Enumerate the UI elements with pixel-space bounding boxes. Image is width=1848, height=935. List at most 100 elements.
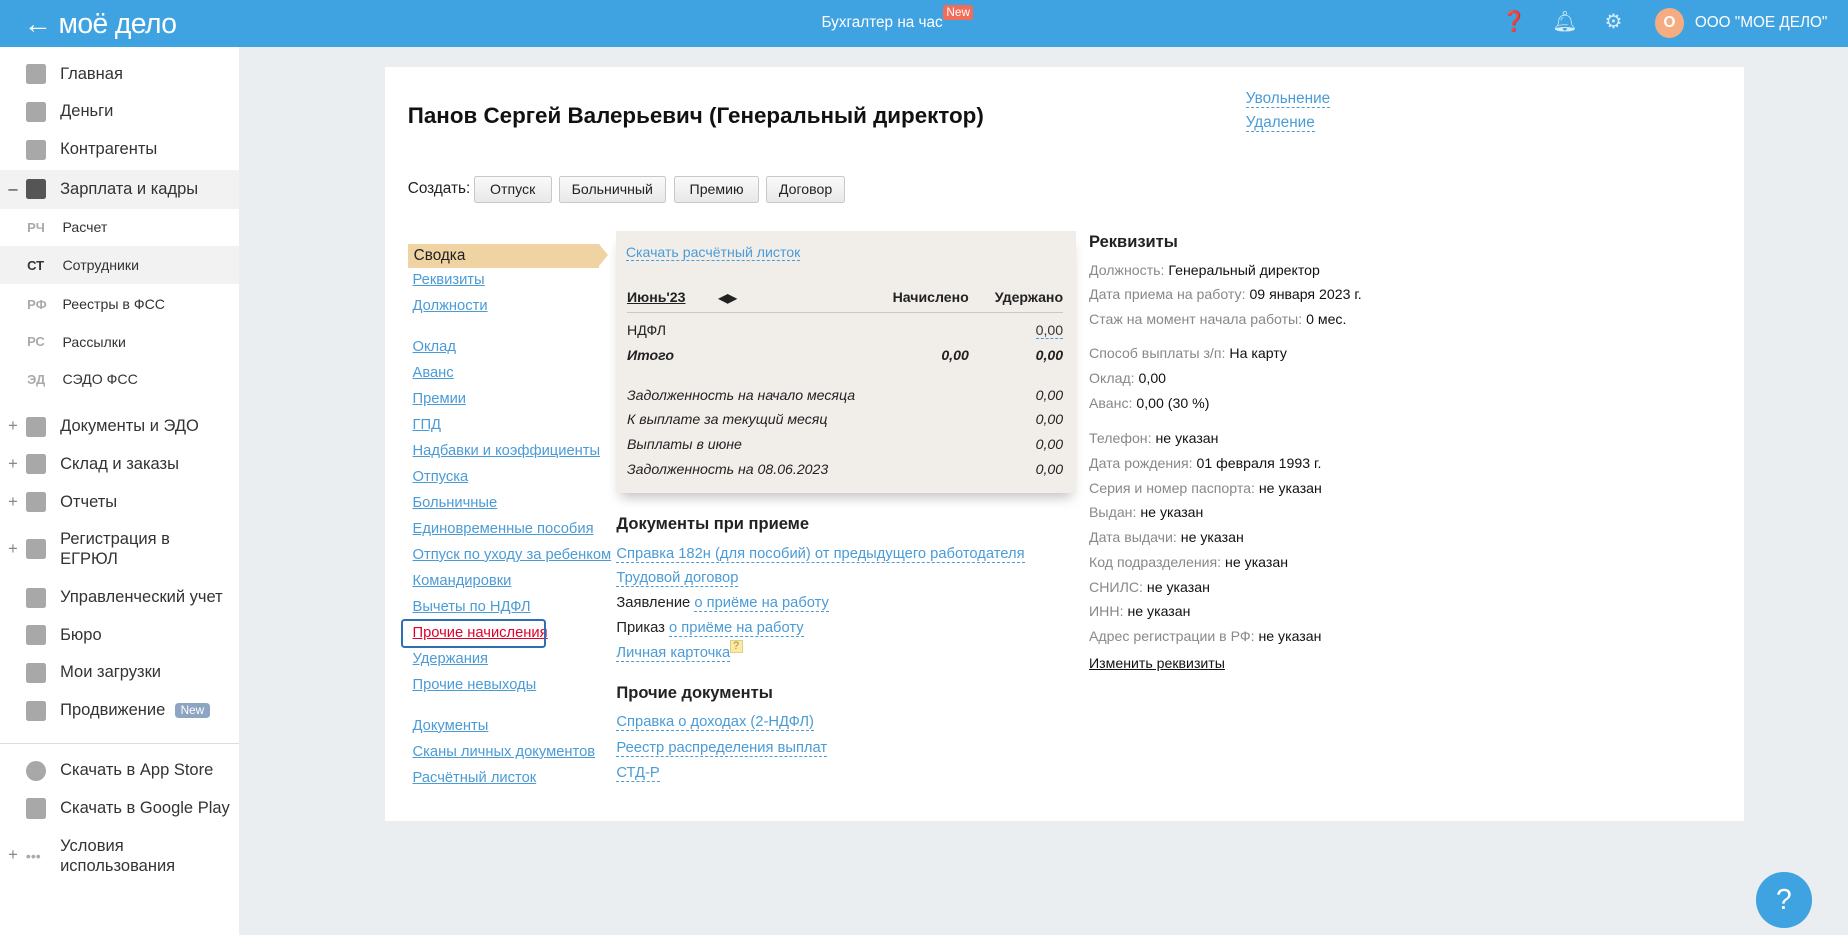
payslip-panel: Скачать расчётный листок Июнь'23 ◀▶ Начис…: [616, 231, 1077, 493]
sidebar-sub-calc[interactable]: РЧ Расчет: [0, 209, 239, 247]
requisite-row: Телефон: не указан: [1089, 430, 1218, 446]
requisite-key: Дата рождения:: [1089, 454, 1193, 471]
nav-link[interactable]: Сканы личных документов: [413, 744, 596, 760]
back-arrow-icon[interactable]: ←: [24, 7, 59, 39]
requisite-value: не указан: [1225, 553, 1289, 570]
sidebar-item-management[interactable]: Управленческий учет: [0, 579, 239, 617]
expand-icon[interactable]: +: [0, 417, 26, 436]
nav-link[interactable]: Удержания: [413, 651, 489, 667]
next-month-icon[interactable]: ▶: [728, 292, 737, 305]
requisite-key: Способ выплаты з/п:: [1089, 345, 1226, 362]
nav-link[interactable]: Документы: [413, 718, 489, 734]
question-icon[interactable]: ?: [729, 639, 743, 653]
nav-link[interactable]: Должности: [413, 298, 488, 314]
download-payslip-link[interactable]: Скачать расчётный листок: [625, 243, 801, 261]
create-vacation-button[interactable]: Отпуск: [473, 175, 552, 203]
tab-summary[interactable]: Сводка: [407, 243, 609, 268]
personal-card-link[interactable]: Личная карточка: [616, 644, 731, 662]
sidebar-item-money[interactable]: Деньги: [0, 93, 239, 131]
sidebar-item-home[interactable]: Главная: [0, 55, 239, 93]
requisite-row: Дата приема на работу: 09 января 2023 г.: [1089, 286, 1362, 302]
requisite-value: 0,00: [1138, 370, 1167, 387]
avatar[interactable]: О: [1654, 8, 1685, 38]
sidebar-item-terms[interactable]: + ••• Условия использования: [0, 832, 239, 879]
sidebar-item-documents[interactable]: + Документы и ЭДО: [0, 408, 239, 446]
create-bonus-button[interactable]: Премию: [674, 175, 759, 203]
sidebar-sub-fss-registers[interactable]: РФ Реестры в ФСС: [0, 285, 239, 323]
create-contract-button[interactable]: Договор: [766, 175, 846, 203]
requisite-row: Аванс: 0,00 (30 %): [1089, 395, 1209, 411]
nav-link[interactable]: Оклад: [413, 339, 456, 355]
label: Контрагенты: [60, 140, 158, 159]
gear-icon[interactable]: ⚙: [1602, 11, 1626, 35]
sidebar-sub-sedo[interactable]: ЭД СЭДО ФСС: [0, 361, 239, 399]
help-icon[interactable]: ❓: [1502, 11, 1527, 35]
sidebar-item-bureau[interactable]: Бюро: [0, 616, 239, 654]
ndfl-value[interactable]: 0,00: [1035, 321, 1064, 339]
prev-month-icon[interactable]: ◀: [719, 292, 728, 305]
apple-icon: [25, 760, 46, 781]
nav-link[interactable]: Прочие невыходы: [413, 677, 537, 693]
sidebar-item-contractors[interactable]: Контрагенты: [0, 131, 239, 169]
sidebar-sub-mailings[interactable]: РС Рассылки: [0, 323, 239, 361]
nav-link[interactable]: Реквизиты: [413, 272, 485, 288]
payslip-row: Задолженность на начало месяца 0,00: [627, 387, 1063, 403]
collapse-icon[interactable]: –: [0, 180, 26, 199]
org-name[interactable]: ООО "МОЕ ДЕЛО": [1695, 14, 1828, 32]
create-sick-leave-button[interactable]: Больничный: [558, 175, 666, 203]
edit-requisites-link[interactable]: Изменить реквизиты: [1089, 655, 1225, 671]
nav-link[interactable]: Премии: [413, 391, 467, 407]
order-link[interactable]: о приёме на работу: [669, 619, 804, 637]
application-link[interactable]: о приёме на работу: [694, 595, 829, 613]
help-button[interactable]: ?: [1756, 872, 1812, 928]
logo[interactable]: ← моё дело: [24, 7, 177, 40]
expand-icon[interactable]: +: [0, 455, 26, 474]
label: Условия использования: [60, 836, 176, 875]
home-icon: [25, 64, 46, 85]
requisite-value: не указан: [1127, 603, 1191, 620]
expand-icon[interactable]: +: [0, 846, 26, 865]
nav-link[interactable]: Вычеты по НДФЛ: [413, 599, 531, 615]
row-label: Выплаты в июне: [627, 436, 742, 453]
sidebar-item-google-play[interactable]: Скачать в Google Play: [0, 790, 239, 828]
sidebar-item-warehouse[interactable]: + Склад и заказы: [0, 446, 239, 484]
nav-link[interactable]: Единовременные пособия: [413, 521, 594, 537]
nav-link[interactable]: Больничные: [413, 495, 498, 511]
nav-link[interactable]: Аванс: [413, 365, 454, 381]
requisite-key: Должность:: [1089, 261, 1165, 278]
nav-item: Сканы личных документов: [413, 744, 596, 760]
payment-register-link[interactable]: Реестр распределения выплат: [616, 740, 828, 758]
requisite-row: Код подразделения: не указан: [1089, 554, 1288, 570]
month-selector[interactable]: Июнь'23: [627, 289, 686, 305]
requisite-value: не указан: [1146, 578, 1210, 595]
sidebar-item-salary[interactable]: – Зарплата и кадры: [0, 169, 240, 209]
total-accrued: 0,00: [941, 346, 969, 363]
nav-link[interactable]: Командировки: [413, 573, 512, 589]
std-r-link[interactable]: СТД-Р: [616, 764, 660, 782]
logo-text: моё дело: [58, 7, 177, 40]
delete-link[interactable]: Удаление: [1245, 114, 1315, 133]
nav-link[interactable]: Отпуска: [413, 469, 469, 485]
expand-icon[interactable]: +: [0, 493, 26, 512]
folder-icon: [25, 662, 46, 683]
bell-icon[interactable]: 🔔︎: [1552, 11, 1577, 35]
certificate-182n-link[interactable]: Справка 182н (для пособий) от предыдущег…: [616, 545, 1025, 563]
nav-item: Документы: [413, 718, 489, 734]
accountant-link[interactable]: Бухгалтер на час: [821, 14, 942, 32]
contractor-icon: [25, 139, 46, 160]
sidebar-item-app-store[interactable]: Скачать в App Store: [0, 752, 239, 790]
sidebar-item-registration[interactable]: + Регистрация в ЕГРЮЛ: [0, 523, 239, 575]
sidebar-item-promotion[interactable]: Продвижение New: [0, 692, 239, 730]
nav-link[interactable]: Отпуск по уходу за ребенком: [413, 547, 612, 563]
nav-link[interactable]: ГПД: [413, 417, 442, 433]
sidebar-item-downloads[interactable]: Мои загрузки: [0, 654, 239, 692]
nav-item: Больничные: [413, 495, 498, 511]
expand-icon[interactable]: +: [0, 540, 26, 559]
income-certificate-link[interactable]: Справка о доходах (2-НДФЛ): [616, 714, 814, 732]
sidebar-item-reports[interactable]: + Отчеты: [0, 483, 239, 521]
nav-link[interactable]: Надбавки и коэффициенты: [413, 443, 601, 459]
labor-contract-link[interactable]: Трудовой договор: [616, 570, 739, 588]
dismiss-link[interactable]: Увольнение: [1245, 89, 1331, 108]
sidebar-sub-employees[interactable]: СТ Сотрудники: [0, 246, 240, 285]
nav-link[interactable]: Расчётный листок: [413, 770, 537, 786]
